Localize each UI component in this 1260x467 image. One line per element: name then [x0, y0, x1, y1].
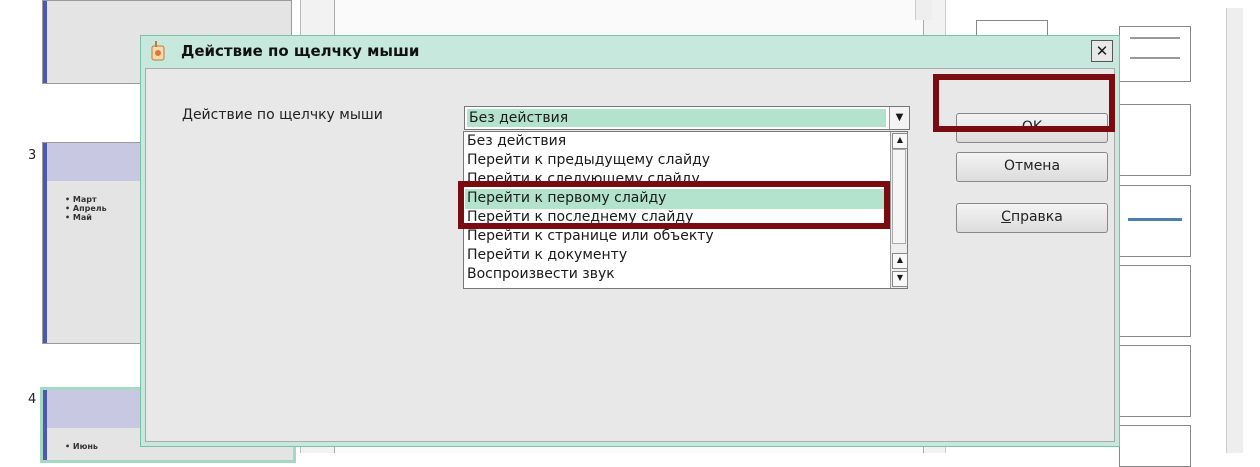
dialog-body: Действие по щелчку мыши Без действия ▼ Б… — [145, 68, 1115, 442]
layout-thumbnail[interactable] — [1119, 345, 1191, 417]
layout-thumbnail[interactable] — [1119, 104, 1191, 176]
slide-number: 3 — [28, 148, 37, 163]
action-options-list[interactable]: Без действия Перейти к предыдущему слайд… — [463, 131, 908, 289]
slide-accent — [43, 143, 47, 343]
mouse-click-action-dialog: Действие по щелчку мыши ✕ Действие по ще… — [140, 35, 1120, 447]
dialog-app-icon — [151, 41, 165, 61]
layout-thumbnail[interactable] — [1119, 26, 1191, 82]
slide-bullets: • Март • Апрель • Май — [65, 195, 107, 222]
list-item[interactable]: Перейти к странице или объекту — [465, 227, 891, 247]
layouts-scrollbar[interactable] — [1226, 8, 1243, 453]
layout-title-line — [1128, 218, 1182, 221]
slide-accent — [43, 1, 47, 83]
list-item[interactable]: Перейти к документу — [465, 246, 891, 266]
layout-thumbnail[interactable] — [1119, 265, 1191, 337]
help-mnemonic: С — [1001, 209, 1011, 225]
layout-content-line — [1130, 57, 1180, 59]
scroll-up-icon[interactable]: ▲ — [892, 253, 908, 269]
action-field-label: Действие по щелчку мыши — [182, 107, 383, 123]
layout-thumbnail[interactable] — [1119, 185, 1191, 257]
list-scrollbar[interactable]: ▲ ▲ ▼ — [890, 132, 908, 288]
slide-number: 4 — [28, 392, 37, 407]
list-item[interactable]: Без действия — [465, 132, 891, 152]
cancel-button[interactable]: Отмена — [956, 152, 1108, 182]
dialog-titlebar[interactable]: Действие по щелчку мыши ✕ — [141, 36, 1119, 68]
ok-button[interactable]: OK — [956, 113, 1108, 143]
scroll-down-icon[interactable]: ▼ — [892, 271, 908, 287]
editor-scrollbar[interactable] — [915, 0, 932, 20]
help-button[interactable]: Справка — [956, 203, 1108, 233]
list-item[interactable]: Перейти к предыдущему слайду — [465, 151, 891, 171]
action-dropdown[interactable]: Без действия ▼ — [464, 106, 910, 130]
list-item[interactable]: Перейти к следующему слайду — [465, 170, 891, 190]
dialog-title: Действие по щелчку мыши — [181, 42, 420, 60]
list-item-selected[interactable]: Перейти к первому слайду — [465, 189, 891, 209]
help-label: правка — [1010, 209, 1063, 225]
layout-thumbnail[interactable] — [1119, 425, 1191, 467]
scroll-up-icon[interactable]: ▲ — [892, 133, 908, 149]
close-icon[interactable]: ✕ — [1091, 40, 1113, 62]
dropdown-selected-value: Без действия — [467, 109, 886, 127]
slide-accent — [43, 390, 47, 460]
dropdown-arrow-icon[interactable]: ▼ — [889, 107, 909, 129]
list-item[interactable]: Перейти к последнему слайду — [465, 208, 891, 228]
scrollbar-thumb[interactable] — [892, 149, 906, 244]
layout-title-line — [1130, 37, 1180, 39]
list-item[interactable]: Воспроизвести звук — [465, 265, 891, 285]
slide-bullets: • Июнь — [65, 442, 98, 451]
